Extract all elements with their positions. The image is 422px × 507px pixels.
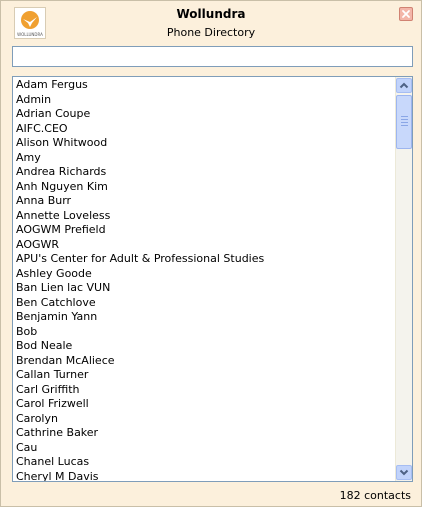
contact-list-item[interactable]: Andrea Richards <box>13 165 395 180</box>
contact-list-item[interactable]: Admin <box>13 93 395 108</box>
app-window: WOLLUNDRA Wollundra Phone Directory Adam… <box>0 0 422 507</box>
close-button[interactable] <box>399 7 413 21</box>
chevron-up-icon <box>399 82 409 89</box>
contact-list-item[interactable]: AOGWM Prefield <box>13 223 395 238</box>
thumb-grip-line <box>401 116 408 117</box>
contact-list-item[interactable]: Ashley Goode <box>13 267 395 282</box>
contact-list[interactable]: Adam Fergus Admin Adrian Coupe AIFC.CEO Alis… <box>12 76 413 482</box>
contact-list-item[interactable]: APU's Center for Adult & Professional St… <box>13 252 395 267</box>
contact-list-item[interactable]: AIFC.CEO <box>13 122 395 137</box>
contact-list-item[interactable]: Carolyn <box>13 412 395 427</box>
contact-list-item[interactable]: Chanel Lucas <box>13 455 395 470</box>
contact-list-item[interactable]: Ben Catchlove <box>13 296 395 311</box>
thumb-grip-line <box>401 125 408 126</box>
contact-list-item[interactable]: Bob <box>13 325 395 340</box>
contact-list-item[interactable]: Carol Frizwell <box>13 397 395 412</box>
contact-list-item[interactable]: Benjamin Yann <box>13 310 395 325</box>
contact-list-item[interactable]: Alison Whitwood <box>13 136 395 151</box>
close-icon <box>402 10 410 18</box>
contact-list-item[interactable]: Adrian Coupe <box>13 107 395 122</box>
vertical-scrollbar[interactable] <box>395 77 412 481</box>
contact-list-items: Adam Fergus Admin Adrian Coupe AIFC.CEO Alis… <box>13 78 395 481</box>
contact-list-item[interactable]: Carl Griffith <box>13 383 395 398</box>
contact-list-item[interactable]: Anna Burr <box>13 194 395 209</box>
app-subtitle: Phone Directory <box>166 26 256 39</box>
thumb-grip-line <box>401 122 408 123</box>
contact-list-item[interactable]: Adam Fergus <box>13 78 395 93</box>
contact-list-item[interactable]: Cau <box>13 441 395 456</box>
scroll-down-button[interactable] <box>396 465 412 480</box>
search-input[interactable] <box>12 46 413 67</box>
contact-list-item[interactable]: Anh Nguyen Kim <box>13 180 395 195</box>
contact-list-item[interactable]: Amy <box>13 151 395 166</box>
contact-list-item[interactable]: Brendan McAliece <box>13 354 395 369</box>
chevron-down-icon <box>399 469 409 476</box>
scroll-thumb[interactable] <box>396 95 412 149</box>
contact-list-item[interactable]: Annette Loveless <box>13 209 395 224</box>
contact-list-item[interactable]: Cathrine Baker <box>13 426 395 441</box>
thumb-grip-line <box>401 119 408 120</box>
contact-list-item[interactable]: Callan Turner <box>13 368 395 383</box>
contact-list-item[interactable]: Cheryl M Davis <box>13 470 395 482</box>
contact-count: 182 contacts <box>339 489 411 502</box>
contact-list-item[interactable]: AOGWR <box>13 238 395 253</box>
contact-list-item[interactable]: Bod Neale <box>13 339 395 354</box>
contact-list-item[interactable]: Ban Lien lac VUN <box>13 281 395 296</box>
app-title: Wollundra <box>176 7 246 21</box>
scroll-up-button[interactable] <box>396 78 412 93</box>
